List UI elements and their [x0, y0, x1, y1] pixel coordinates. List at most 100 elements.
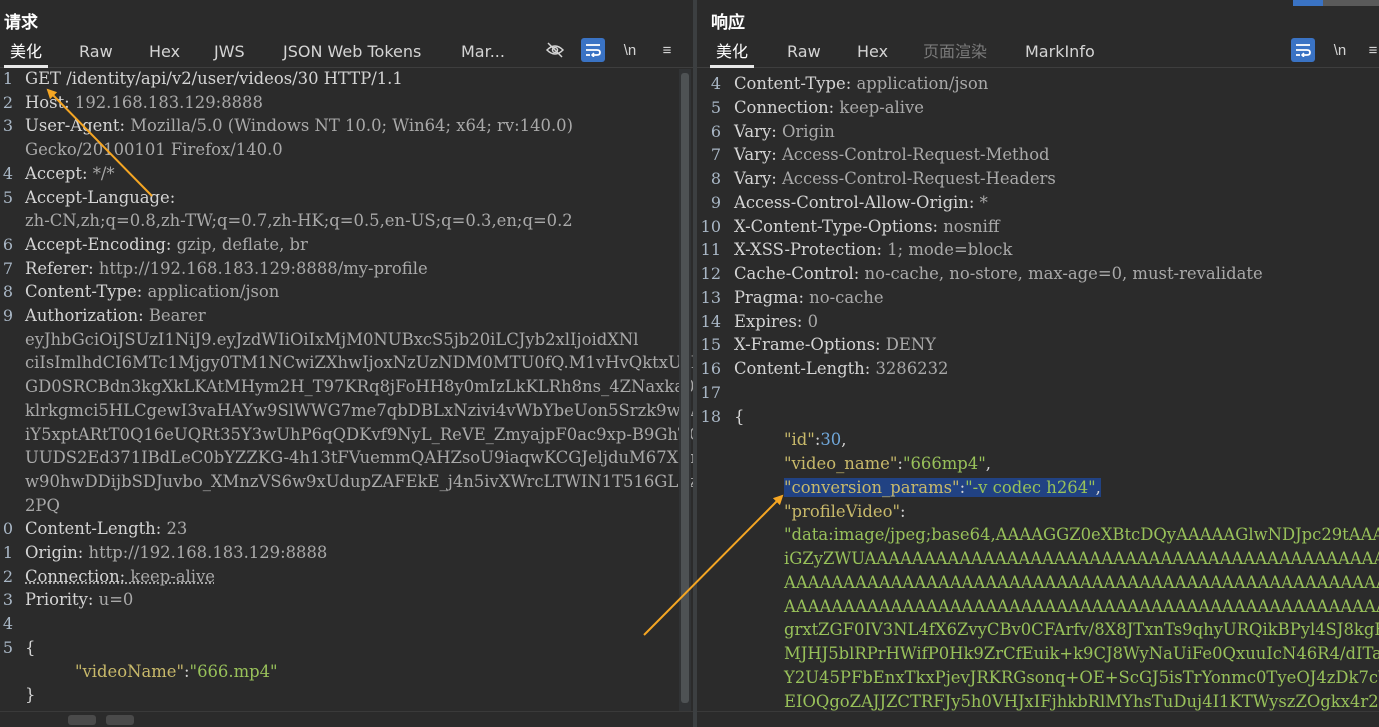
header-line: ciIsImlhdCI6MTc1Mjgy0TM1NCwiZXhwIjoxNzUz… [25, 351, 693, 375]
request-scroll-thumb[interactable] [681, 73, 689, 703]
header-name: Content-Type: [25, 282, 143, 302]
response-tab-markinfo[interactable]: MarkInfo [1025, 42, 1095, 68]
header-line: Authorization: Bearer [25, 304, 206, 328]
json-string: AAAAAAAAAAAAAAAAAAAAAAAAAAAAAAAAAAAAAAAA… [784, 572, 1379, 592]
header-line: Referer: http://192.168.183.129:8888/my-… [25, 257, 428, 281]
eye-slash-icon[interactable] [543, 38, 567, 62]
line-number: 4 [710, 74, 721, 93]
response-horizontal-scrollbar[interactable] [697, 711, 1379, 727]
header-value: application/json [851, 74, 989, 93]
header-name: Origin: [25, 543, 84, 562]
json-punctuation: , [985, 454, 991, 473]
request-tab-jws[interactable]: JWS [214, 42, 245, 68]
line-number: 5 [2, 637, 13, 657]
line-number: 8 [2, 282, 13, 302]
request-scroll-button[interactable] [106, 715, 134, 725]
json-string: EIOQgoZAJJZCTRFJy5h0VHJxIFjhkbRlMYhsTuDu… [784, 691, 1379, 711]
newline-icon[interactable]: \n [618, 38, 642, 62]
header-name: Cache-Control: [734, 264, 860, 283]
request-tab-hex[interactable]: Hex [149, 42, 180, 68]
window-control[interactable] [1293, 0, 1323, 6]
request-horizontal-scrollbar[interactable] [0, 711, 693, 727]
json-string: "666.mp4" [189, 661, 278, 681]
header-line: { [734, 405, 744, 429]
header-value: nosniff [938, 216, 1000, 236]
window-control[interactable] [1323, 0, 1353, 6]
header-value: 192.168.183.129:8888 [69, 92, 263, 112]
response-tab-raw[interactable]: Raw [787, 42, 821, 68]
header-line: Content-Type: application/json [25, 280, 279, 304]
wrap-icon[interactable] [1291, 38, 1315, 62]
wrap-icon[interactable] [581, 38, 605, 62]
line-number: 12 [700, 264, 721, 283]
json-key: "id" [784, 430, 815, 450]
json-line: "videoName":"666.mp4" [75, 660, 278, 684]
header-line: eyJhbGciOiJSUzI1NiJ9.eyJzdWIiOiIxMjM0NUB… [25, 328, 638, 352]
header-line: X-Content-Type-Options: nosniff [734, 215, 1000, 239]
response-tab-render[interactable]: 页面渲染 [923, 42, 987, 68]
request-tab-more[interactable]: Mar... [461, 42, 505, 68]
header-name: GET /identity/api/v2/user/videos/30 HTTP… [25, 69, 403, 88]
request-gutter: 1 2 3 4 5 6 7 8 9 0 1 2 3 4 5 [0, 69, 20, 711]
line-number: 5 [2, 187, 13, 207]
header-line: Pragma: no-cache [734, 286, 884, 310]
menu-icon[interactable]: ≡ [655, 38, 679, 62]
header-line: GD0SRCBdn3kgXkLKAtMHym2H_T97KRq8jFoHH8y0… [25, 375, 693, 399]
header-line: Connection: keep-alive [734, 96, 924, 120]
header-name: Connection: [25, 566, 126, 586]
header-value: Bearer [143, 306, 206, 325]
response-tabs: 美化 Raw Hex 页面渲染 MarkInfo [697, 40, 1379, 68]
header-line: Vary: Origin [734, 120, 835, 144]
header-line: UUDS2Ed371IBdLeC0bYZZKG-4h13tFVuemmQAHZs… [25, 446, 693, 470]
line-number: 15 [700, 335, 721, 355]
header-name: Referer: [25, 258, 94, 278]
line-number: 8 [710, 169, 721, 188]
request-editor[interactable]: 123456789012345 GET /identity/api/v2/use… [0, 69, 693, 711]
line-number: 2 [2, 566, 13, 586]
menu-icon[interactable]: ≡ [1361, 38, 1379, 62]
line-number: 16 [700, 359, 721, 378]
header-value: keep-alive [834, 97, 924, 117]
newline-icon[interactable]: \n [1328, 38, 1352, 62]
response-tab-pretty[interactable]: 美化 [709, 42, 755, 68]
header-name: Accept-Language: [25, 187, 176, 207]
line-number: 0 [2, 519, 13, 539]
window-control[interactable] [1353, 0, 1379, 6]
header-name: { [734, 406, 745, 426]
json-number: 30 [820, 430, 842, 450]
header-value: iY5xptARtT0Q16eUQRt35Y3wUhP6qQDKvf9NyL_R… [25, 424, 693, 444]
header-name: Vary: [734, 169, 777, 188]
header-line: GET /identity/api/v2/user/videos/30 HTTP… [25, 69, 403, 91]
request-pane: 请求 美化 Raw Hex JWS JSON Web Tokens Mar...… [0, 0, 693, 727]
header-value: Access-Control-Request-Headers [776, 169, 1056, 188]
request-tab-pretty[interactable]: 美化 [3, 42, 49, 68]
json-line: "conversion_params":"-v codec h264", [784, 476, 1101, 500]
line-number: 14 [700, 311, 721, 331]
json-string: iGZyZWUAAAAAAAAAAAAAAAAAAAAAAAAAAAAAAAAA… [784, 549, 1379, 568]
request-scroll-button[interactable] [68, 715, 96, 725]
json-string: Y2U45PFbEnxTkxPjevJRKRGsonq+OE+ScGJ5isTr… [784, 667, 1379, 687]
line-number: 5 [710, 97, 721, 117]
header-line: Cache-Control: no-cache, no-store, max-a… [734, 262, 1263, 286]
header-line: User-Agent: Mozilla/5.0 (Windows NT 10.0… [25, 114, 573, 138]
response-editor[interactable]: 4 5 6 7 8 9 10 11 12 13 14 15 16 17 18 Content-Type: a… [697, 69, 1379, 711]
line-number: 1 [2, 543, 13, 562]
line-number: 3 [2, 590, 13, 610]
header-name: Content-Type: [734, 74, 852, 93]
header-value: eyJhbGciOiJSUzI1NiJ9.eyJzdWIiOiIxMjM0NUB… [25, 329, 639, 349]
json-separator: : [900, 501, 906, 521]
request-vertical-scrollbar[interactable] [679, 69, 691, 711]
header-name: Accept-Encoding: [25, 234, 172, 254]
json-line: "profileVideo": [784, 500, 906, 524]
header-name: X-XSS-Protection: [734, 240, 882, 260]
header-name: Pragma: [734, 287, 804, 307]
json-line: MJHJ5blRPrHWifP0Hk9ZrCfEuik+k9CJ8WyNaUiF… [784, 642, 1379, 666]
header-name: Accept: [25, 163, 88, 183]
response-tab-hex[interactable]: Hex [857, 42, 888, 68]
request-tab-json-web-tokens[interactable]: JSON Web Tokens [283, 42, 421, 68]
header-line: Expires: 0 [734, 310, 818, 334]
request-tab-raw[interactable]: Raw [79, 42, 113, 68]
highlighted-selection[interactable]: "conversion_params":"-v codec h264", [784, 477, 1101, 497]
header-line: iY5xptARtT0Q16eUQRt35Y3wUhP6qQDKvf9NyL_R… [25, 423, 693, 447]
header-line: Connection: keep-alive [25, 565, 215, 589]
